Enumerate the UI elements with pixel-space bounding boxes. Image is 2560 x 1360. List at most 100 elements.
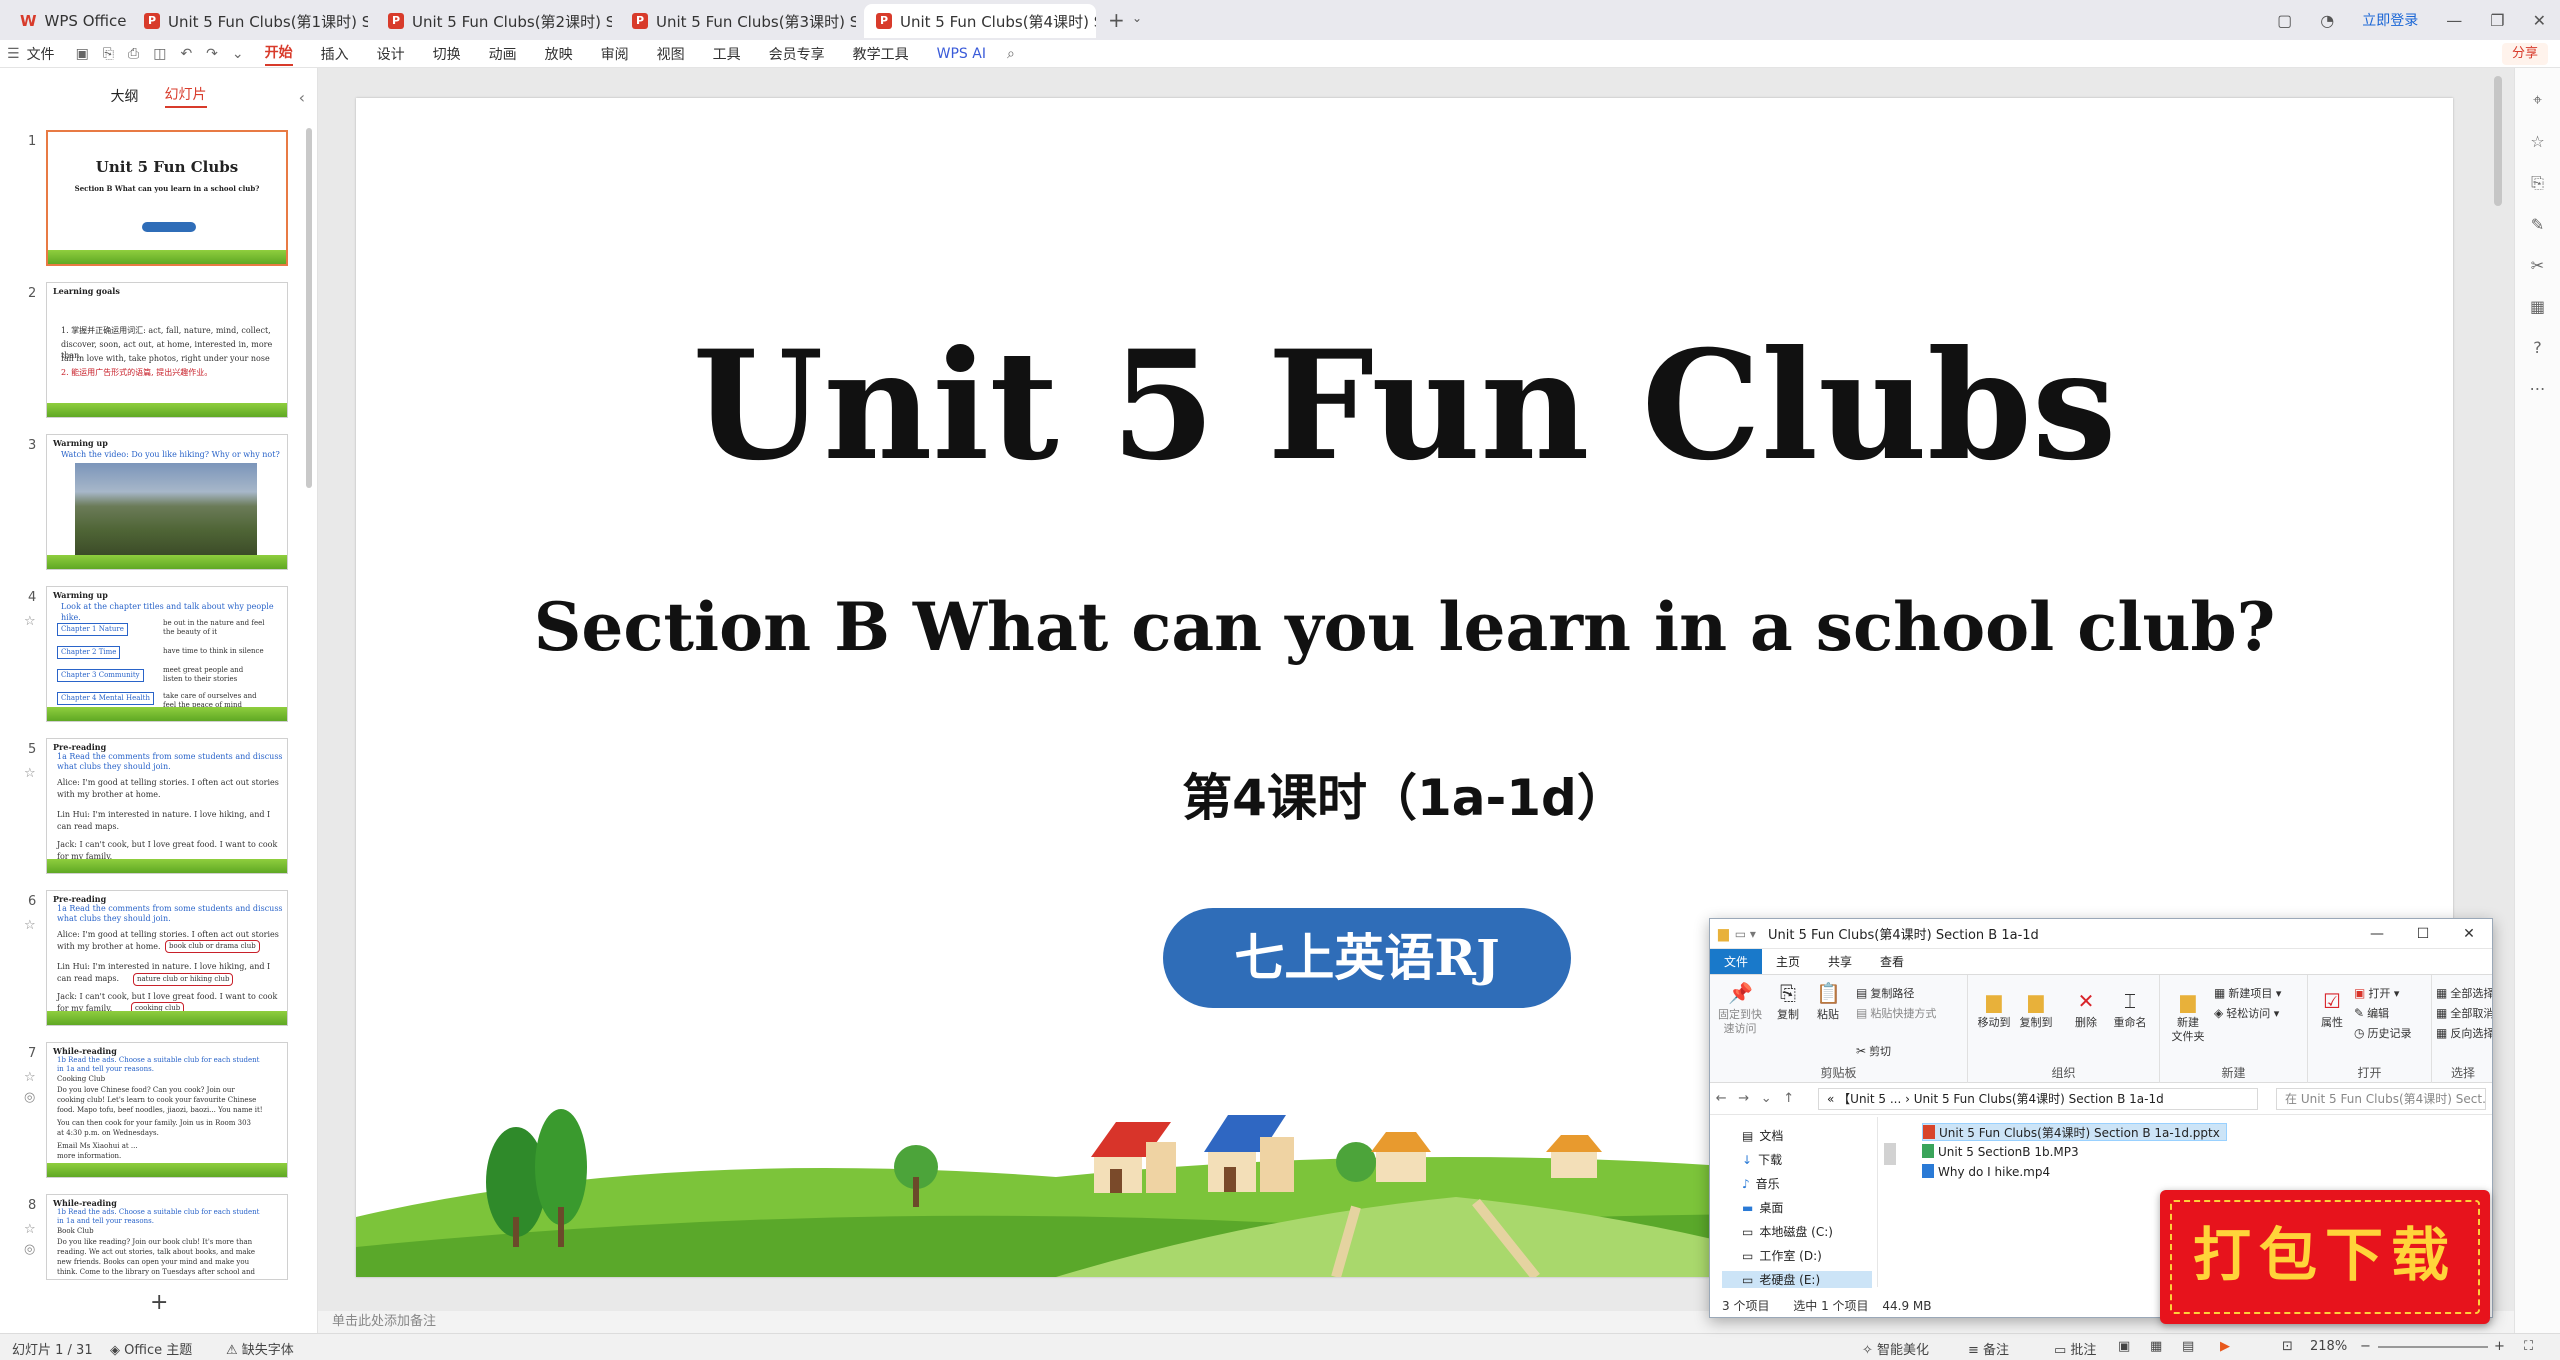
zoom-level[interactable]: 218% [2310, 1339, 2347, 1354]
pack-download-badge[interactable]: 打包下载 [2160, 1190, 2490, 1324]
pin-quick-access-button[interactable]: 📌 固定到快 速访问 [1716, 981, 1764, 1036]
new-folder-button[interactable]: ▆ 新建 文件夹 [2166, 989, 2210, 1044]
menu-home[interactable]: 开始 [264, 42, 293, 66]
explorer-tab-view[interactable]: 查看 [1866, 949, 1918, 974]
share-button[interactable]: 分享 [2501, 43, 2548, 65]
nav-scrollbar[interactable] [1884, 1143, 1896, 1165]
nav-drive-d[interactable]: ▭ 工作室 (D:) [1742, 1247, 1822, 1264]
new-item-button[interactable]: ▦ 新建项目 ▾ [2214, 985, 2281, 1001]
beautify-button[interactable]: ✧ 智能美化 [1862, 1339, 1929, 1358]
missing-font-indicator[interactable]: ⚠ 缺失字体 [226, 1339, 294, 1358]
maximize-icon[interactable]: ❐ [2490, 11, 2504, 30]
up-icon[interactable]: ↑ [1783, 1091, 1794, 1106]
skin-icon[interactable]: ◔ [2320, 11, 2334, 30]
rename-button[interactable]: ⌶ 重命名 [2108, 989, 2152, 1030]
copy-button[interactable]: ⎘ 复制 [1770, 981, 1806, 1022]
view-sorter-icon[interactable]: ▦ [2150, 1339, 2162, 1354]
slide-thumbnail-4[interactable]: Warming up Look at the chapter titles an… [46, 586, 288, 722]
collapse-panel-icon[interactable]: ‹ [299, 88, 305, 107]
open-button[interactable]: ▣ 打开 ▾ [2354, 985, 2399, 1001]
slide-scrollbar[interactable] [2494, 76, 2502, 206]
forward-icon[interactable]: → [1738, 1091, 1749, 1106]
history-button[interactable]: ◷ 历史记录 [2354, 1025, 2411, 1041]
more-icon[interactable]: ⌄ [232, 46, 244, 62]
minimize-icon[interactable]: — [2354, 919, 2400, 949]
menu-insert[interactable]: 插入 [321, 44, 349, 64]
search-icon[interactable]: ⌕ [1007, 46, 1015, 62]
tab-slides[interactable]: 幻灯片 [164, 84, 207, 108]
login-link[interactable]: 立即登录 [2362, 10, 2418, 30]
invert-selection-button[interactable]: ▦ 反向选择 [2436, 1025, 2492, 1041]
star-icon[interactable]: ☆ [2515, 132, 2560, 151]
search-input[interactable]: 在 Unit 5 Fun Clubs(第4课时) Sect... [2276, 1088, 2486, 1110]
menu-wps-ai[interactable]: WPS AI [937, 46, 986, 62]
slide-thumbnail-3[interactable]: Warming up Watch the video: Do you like … [46, 434, 288, 570]
tab-wps-home[interactable]: W WPS Office [8, 4, 128, 38]
preview-icon[interactable]: ◫ [153, 46, 166, 62]
menu-view[interactable]: 视图 [657, 44, 685, 64]
select-none-button[interactable]: ▦ 全部取消 [2436, 1005, 2492, 1021]
fullscreen-icon[interactable]: ⛶ [2524, 1339, 2533, 1354]
play-slideshow-icon[interactable]: ▶ [2220, 1339, 2230, 1354]
edit-button[interactable]: ✎ 编辑 [2354, 1005, 2389, 1021]
grid-icon[interactable]: ▦ [2515, 297, 2560, 316]
export-icon[interactable]: ⎘ [103, 46, 114, 62]
move-to-button[interactable]: ▆ 移动到 [1974, 989, 2014, 1030]
save-icon[interactable]: ▣ [76, 46, 89, 62]
delete-button[interactable]: ✕ 删除 [2068, 989, 2104, 1030]
menu-tools[interactable]: 工具 [713, 44, 741, 64]
explorer-tab-home[interactable]: 主页 [1762, 949, 1814, 974]
view-reading-icon[interactable]: ▤ [2182, 1339, 2194, 1354]
nav-documents[interactable]: ▤ 文档 [1742, 1127, 1783, 1144]
theme-indicator[interactable]: ◈ Office 主题 [110, 1339, 192, 1358]
nav-drive-c[interactable]: ▭ 本地磁盘 (C:) [1742, 1223, 1833, 1240]
pointer-icon[interactable]: ⌖ [2515, 90, 2560, 110]
menu-review[interactable]: 审阅 [601, 44, 629, 64]
redo-icon[interactable]: ↷ [206, 46, 218, 62]
slide-thumbnail-8[interactable]: While-reading 1b Read the ads. Choose a … [46, 1194, 288, 1280]
minimize-icon[interactable]: — [2446, 11, 2462, 30]
menu-animations[interactable]: 动画 [489, 44, 517, 64]
menu-teaching-tools[interactable]: 教学工具 [853, 44, 909, 64]
menu-slideshow[interactable]: 放映 [545, 44, 573, 64]
slide-subtitle[interactable]: Section B What can you learn in a school… [356, 588, 2453, 666]
paste-shortcut-button[interactable]: ▤ 粘贴快捷方式 [1856, 1005, 1936, 1021]
easy-access-button[interactable]: ◈ 轻松访问 ▾ [2214, 1005, 2279, 1021]
close-window-icon[interactable]: ✕ [2533, 11, 2546, 30]
recent-icon[interactable]: ⌄ [1761, 1091, 1772, 1106]
notes-button[interactable]: ≡ 备注 [1968, 1339, 2009, 1358]
edit-icon[interactable]: ✎ [2515, 215, 2560, 234]
menu-member[interactable]: 会员专享 [769, 44, 825, 64]
tab-document-4-active[interactable]: P Unit 5 Fun Clubs(第4课时) Se ✕ [864, 4, 1096, 38]
copy-icon[interactable]: ⎘ [2515, 173, 2560, 193]
tab-document-1[interactable]: P Unit 5 Fun Clubs(第1课时) Section A [132, 4, 368, 38]
select-all-button[interactable]: ▦ 全部选择 [2436, 985, 2492, 1001]
tools-icon[interactable]: ✂ [2515, 256, 2560, 275]
thumbnail-scrollbar[interactable] [306, 128, 312, 488]
copy-to-button[interactable]: ▆ 复制到 [2016, 989, 2056, 1030]
tab-outline[interactable]: 大纲 [111, 86, 139, 106]
menu-design[interactable]: 设计 [377, 44, 405, 64]
slide-period[interactable]: 第4课时（1a-1d） [356, 758, 2453, 830]
window-layout-icon[interactable]: ▢ [2277, 11, 2292, 30]
slide-thumbnail-7[interactable]: While-reading 1b Read the ads. Choose a … [46, 1042, 288, 1178]
undo-icon[interactable]: ↶ [180, 46, 192, 62]
file-item-pptx[interactable]: Unit 5 Fun Clubs(第4课时) Section B 1a-1d.p… [1922, 1123, 2227, 1141]
close-icon[interactable]: ✕ [2446, 919, 2492, 949]
zoom-slider[interactable] [2378, 1346, 2488, 1348]
slide-thumbnail-1[interactable]: Unit 5 Fun Clubs Section B What can you … [46, 130, 288, 266]
back-icon[interactable]: ← [1716, 1091, 1727, 1106]
slide-thumbnail-6[interactable]: Pre-reading 1a Read the comments from so… [46, 890, 288, 1026]
menu-transitions[interactable]: 切换 [433, 44, 461, 64]
new-tab-icon[interactable]: + [1108, 8, 1125, 32]
explorer-tab-share[interactable]: 共享 [1814, 949, 1866, 974]
file-item-mp3[interactable]: Unit 5 SectionB 1b.MP3 [1922, 1143, 2085, 1161]
copy-path-button[interactable]: ▤ 复制路径 [1856, 985, 1914, 1001]
nav-drive-e[interactable]: ▭ 老硬盘 (E:) [1722, 1271, 1872, 1288]
slide-grade-pill[interactable]: 七上英语RJ [1163, 908, 1571, 1008]
zoom-out-icon[interactable]: − [2360, 1339, 2371, 1354]
zoom-in-icon[interactable]: + [2494, 1339, 2505, 1354]
hamburger-icon[interactable]: ☰ [7, 46, 20, 62]
comments-button[interactable]: ▭ 批注 [2054, 1339, 2096, 1358]
address-bar[interactable]: « 【Unit 5 ... › Unit 5 Fun Clubs(第4课时) S… [1818, 1088, 2258, 1110]
